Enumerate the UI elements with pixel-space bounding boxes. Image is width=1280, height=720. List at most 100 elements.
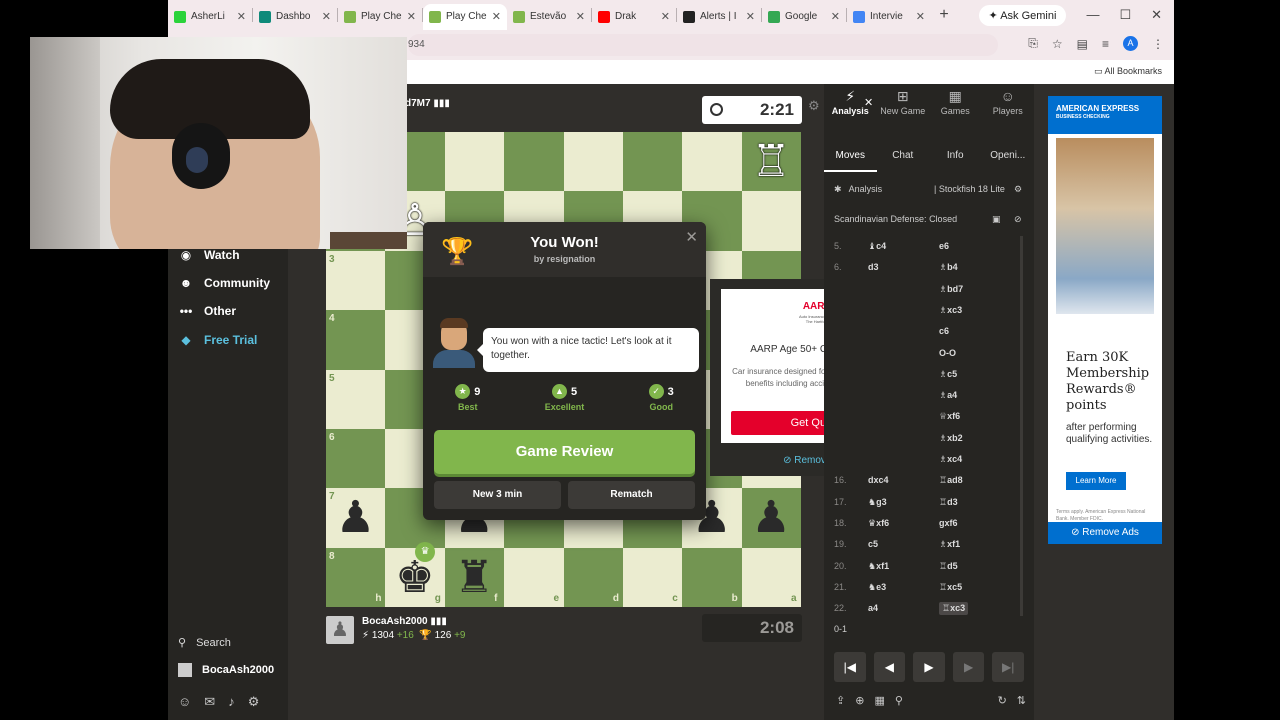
browser-tab[interactable]: Estevão ✕ <box>507 4 591 30</box>
browser-tab[interactable]: Google ✕ <box>762 4 846 30</box>
last-move-button[interactable]: ▶| <box>992 652 1024 682</box>
white-move[interactable]: dxc4 <box>868 475 889 485</box>
board-square[interactable] <box>682 132 742 192</box>
browser-tab[interactable]: AsherLi ✕ <box>168 4 252 30</box>
board-square[interactable] <box>444 132 505 192</box>
rematch-button[interactable]: Rematch <box>568 481 695 509</box>
black-king[interactable]: ♚ <box>385 548 444 607</box>
bell-icon[interactable]: ♪ <box>228 694 235 710</box>
install-app-icon[interactable]: ⎘ <box>1028 36 1038 51</box>
learn-more-button[interactable]: Learn More <box>1066 472 1126 490</box>
board-square[interactable] <box>741 191 802 251</box>
tab-close-icon[interactable]: ✕ <box>746 10 755 23</box>
browser-tab[interactable]: Dashbo ✕ <box>253 4 337 30</box>
address-field[interactable]: 934 <box>408 34 998 56</box>
first-move-button[interactable]: |◀ <box>834 652 866 682</box>
black-move[interactable]: ♗xc4 <box>939 454 962 465</box>
black-move[interactable]: ♗xc3 <box>939 305 962 316</box>
nav-profile[interactable]: BocaAsh2000 <box>178 663 274 677</box>
tab-players[interactable]: ☺ Players <box>982 84 1035 134</box>
browser-tab[interactable]: Play Che ✕ <box>423 3 507 30</box>
info-icon[interactable]: ⊘ <box>1014 214 1022 225</box>
white-move[interactable]: ♞e3 <box>868 582 886 593</box>
nav-watch[interactable]: ◉ Watch <box>178 248 240 262</box>
browser-tab[interactable]: Play Che ✕ <box>338 4 422 30</box>
white-move[interactable]: ♝c4 <box>868 241 886 252</box>
play-button[interactable]: ▶ <box>913 652 945 682</box>
board-settings-icon[interactable]: ⚙ <box>808 98 820 114</box>
tab-close-icon[interactable]: ✕ <box>237 10 246 23</box>
export-icon[interactable]: ⊕ <box>855 694 864 707</box>
player-name[interactable]: BocaAsh2000 ▮▮▮ <box>362 616 465 627</box>
black-rook[interactable]: ♜ <box>445 548 504 607</box>
black-move[interactable]: gxf6 <box>939 518 958 528</box>
tab-close-icon[interactable]: ✕ <box>576 10 585 23</box>
amex-remove-ads[interactable]: ⊘ Remove Ads <box>1048 522 1162 544</box>
analysis-toggle-icon[interactable]: ✱ <box>834 184 842 194</box>
black-move[interactable]: O-O <box>939 348 956 358</box>
minimize-button[interactable]: — <box>1086 7 1099 23</box>
tab-moves[interactable]: Moves <box>824 142 877 172</box>
tab-analysis[interactable]: ⚡ Analysis <box>824 84 877 134</box>
tab-games[interactable]: ▦ Games <box>929 84 982 134</box>
new-tab-button[interactable]: + <box>931 6 957 24</box>
reading-list-icon[interactable]: ▤ <box>1077 37 1088 51</box>
board-square[interactable] <box>622 132 683 192</box>
move-list-scrollbar[interactable] <box>1020 236 1023 616</box>
tab-close-icon[interactable]: ✕ <box>492 10 501 23</box>
ask-gemini-button[interactable]: ✦ Ask Gemini <box>978 4 1067 26</box>
media-icon[interactable]: ≡ <box>1102 37 1109 51</box>
new-game-button[interactable]: New 3 min <box>434 481 561 509</box>
flip-board-icon[interactable]: ⇅ <box>1017 694 1026 707</box>
black-move[interactable]: ♗xf1 <box>939 539 960 550</box>
prev-move-button[interactable]: ◀ <box>873 652 906 682</box>
tab-close-icon[interactable]: ✕ <box>322 10 331 23</box>
all-bookmarks[interactable]: ▭ All Bookmarks <box>1094 66 1162 77</box>
tab-close-icon[interactable]: ✕ <box>916 10 925 23</box>
nav-search[interactable]: ⚲ Search <box>178 636 231 650</box>
tab-close-icon[interactable]: ✕ <box>831 10 840 23</box>
tab-info[interactable]: Info <box>929 142 982 172</box>
browser-tab[interactable]: Intervie ✕ <box>847 4 931 30</box>
tab-openings[interactable]: Openi... <box>982 142 1035 172</box>
tab-close-icon[interactable]: ✕ <box>407 10 416 23</box>
black-move[interactable]: ♕xf6 <box>939 411 960 422</box>
browser-tab[interactable]: Drak ✕ <box>592 4 676 30</box>
black-move[interactable]: ♖d3 <box>939 497 958 508</box>
black-pawn[interactable]: ♟ <box>742 488 801 547</box>
black-move[interactable]: ♗a4 <box>939 390 957 401</box>
black-move[interactable]: ♗b4 <box>939 262 958 273</box>
white-move[interactable]: ♞xf1 <box>868 561 889 572</box>
black-move[interactable]: ♗c5 <box>939 369 957 380</box>
black-move[interactable]: ♖ad8 <box>939 475 963 486</box>
nav-community[interactable]: ☻ Community <box>178 276 270 290</box>
zoom-icon[interactable]: ⚲ <box>895 694 903 707</box>
book-icon[interactable]: ▣ <box>992 214 1001 225</box>
share-icon[interactable]: ⇪ <box>836 694 845 707</box>
next-move-button[interactable]: ▶ <box>952 652 985 682</box>
game-review-button[interactable]: Game Review <box>434 430 695 474</box>
settings-icon[interactable]: ⚙ <box>248 694 260 710</box>
white-move[interactable]: ♞g3 <box>868 497 887 508</box>
board-square[interactable] <box>563 132 623 192</box>
white-move[interactable]: c5 <box>868 539 878 549</box>
browser-tab[interactable]: Alerts | I ✕ <box>677 4 761 30</box>
refresh-icon[interactable]: ↻ <box>998 694 1007 707</box>
board-square[interactable] <box>504 132 564 192</box>
black-move[interactable]: e6 <box>939 241 949 251</box>
black-pawn[interactable]: ♟ <box>326 488 385 547</box>
black-move[interactable]: ♖d5 <box>939 561 958 572</box>
friends-icon[interactable]: ☺ <box>178 694 191 710</box>
mail-icon[interactable]: ✉ <box>204 694 215 710</box>
menu-icon[interactable]: ⋮ <box>1152 37 1164 51</box>
black-move[interactable]: ♗xb2 <box>939 433 963 444</box>
amex-ad[interactable]: AMERICAN EXPRESS BUSINESS CHECKING Earn … <box>1048 96 1162 544</box>
white-move[interactable]: d3 <box>868 262 879 272</box>
nav-free-trial[interactable]: ◆ Free Trial <box>178 333 257 347</box>
board-image-icon[interactable]: ▦ <box>874 694 884 707</box>
white-move[interactable]: a4 <box>868 603 878 613</box>
close-analysis-icon[interactable]: ✕ <box>864 96 873 109</box>
white-move[interactable]: ♛xf6 <box>868 518 889 529</box>
nav-other[interactable]: ••• Other <box>178 304 236 318</box>
tab-close-icon[interactable]: ✕ <box>661 10 670 23</box>
